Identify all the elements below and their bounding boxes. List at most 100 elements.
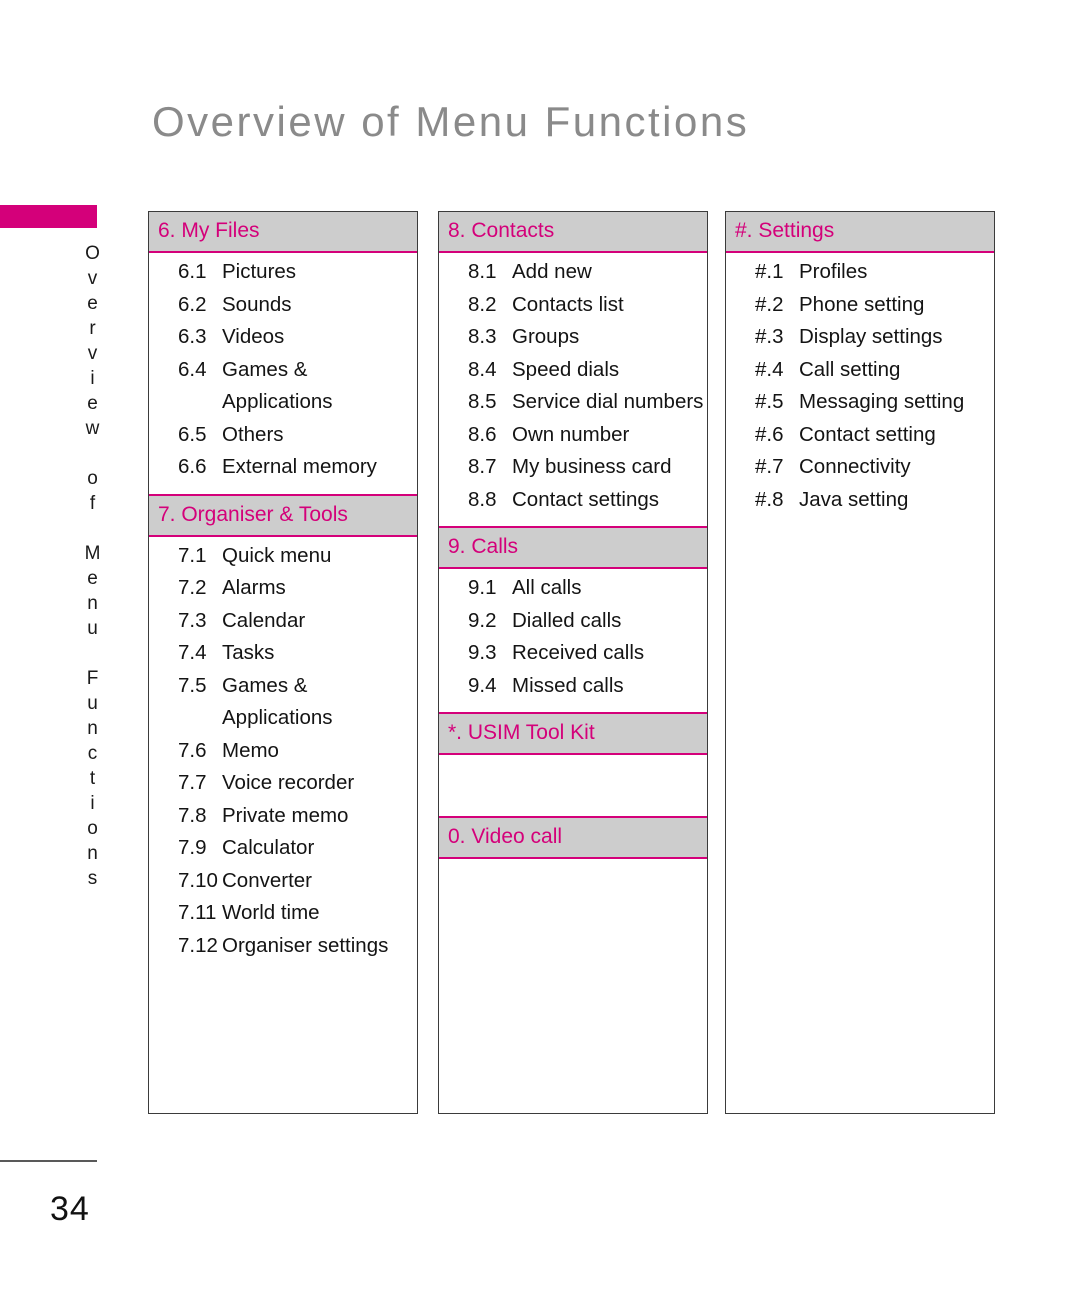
- page-number: 34: [50, 1190, 90, 1228]
- menu-item[interactable]: 8.7 My business card: [439, 455, 707, 479]
- menu-column-2: 8. Contacts 8.1 Add new 8.2 Contacts list 8.3…: [438, 211, 708, 1114]
- menu-item[interactable]: 6.2 Sounds: [149, 294, 417, 316]
- menu-item-label-continuation: Applications: [222, 706, 333, 730]
- menu-item-number: 7.11: [178, 901, 217, 925]
- menu-item-number: 6.1: [178, 260, 207, 284]
- menu-item[interactable]: 7.6 Memo: [149, 740, 417, 762]
- menu-item[interactable]: 6.5 Others: [149, 424, 417, 446]
- menu-item-label-text: Speed dials: [512, 357, 620, 381]
- menu-item-label: Groups: [512, 325, 580, 349]
- menu-item-number: 6.3: [178, 325, 207, 349]
- menu-item[interactable]: 8.5 Service dial numbers: [439, 390, 707, 414]
- section-header[interactable]: 6. My Files: [149, 212, 417, 254]
- menu-section: 6. My Files 6.1 Pictures 6.2 Sounds 6.3 Videos…: [149, 212, 417, 494]
- menu-item[interactable]: 7.2 Alarms: [149, 577, 417, 599]
- menu-item[interactable]: 7.5 Games & Applications: [149, 675, 417, 730]
- menu-item[interactable]: #.4 Call setting: [726, 359, 994, 381]
- menu-item-label: Add new: [512, 261, 592, 283]
- menu-item-number: #.2: [755, 292, 784, 316]
- menu-item[interactable]: 8.2 Contacts list: [439, 294, 707, 316]
- menu-item[interactable]: 9.2 Dialled calls: [439, 608, 707, 632]
- menu-item[interactable]: #.8 Java setting: [726, 489, 994, 511]
- sidebar-accent-tab: [0, 205, 97, 228]
- menu-item-label: Connectivity: [799, 455, 911, 479]
- menu-item-number: 9.3: [468, 641, 497, 665]
- menu-item[interactable]: #.2 Phone setting: [726, 292, 994, 316]
- menu-item[interactable]: 9.1 All calls: [439, 577, 707, 599]
- menu-item-number: 8.5: [468, 390, 497, 414]
- menu-item-number: 8.3: [468, 325, 497, 349]
- menu-item-number: #.6: [755, 422, 784, 446]
- menu-item[interactable]: 8.3 Groups: [439, 325, 707, 349]
- menu-item[interactable]: 7.9 Calculator: [149, 836, 417, 860]
- menu-item-label-text: Calculator: [222, 836, 315, 860]
- menu-item[interactable]: 6.6 External memory: [149, 455, 417, 479]
- section-items: 8.1 Add new 8.2 Contacts list 8.3 Groups 8.4 Sp…: [439, 253, 707, 526]
- menu-item-label-text: Dialled calls: [512, 608, 622, 632]
- menu-item-label: Quick menu: [222, 545, 331, 567]
- menu-item[interactable]: 7.7 Voice recorder: [149, 772, 417, 794]
- menu-item-label-continuation: Applications: [222, 390, 333, 414]
- menu-section: #. Settings #.1 Profiles #.2 Phone setting #.…: [726, 212, 994, 526]
- menu-item[interactable]: 6.4 Games & Applications: [149, 357, 417, 414]
- menu-item-number: 7.1: [178, 543, 207, 567]
- menu-item-number: #.7: [755, 455, 784, 479]
- menu-item[interactable]: 7.10 Converter: [149, 868, 417, 892]
- menu-item-label-text: Videos: [222, 325, 285, 349]
- menu-item[interactable]: 6.1 Pictures: [149, 260, 417, 284]
- menu-item[interactable]: 7.3 Calendar: [149, 608, 417, 632]
- menu-item-number: 7.4: [178, 641, 207, 665]
- menu-item[interactable]: #.3 Display settings: [726, 326, 994, 348]
- menu-item[interactable]: 8.8 Contact settings: [439, 489, 707, 511]
- menu-item-label: Games & Applications: [222, 675, 333, 730]
- menu-item-number: 6.4: [178, 357, 207, 381]
- section-header[interactable]: *. USIM Tool Kit: [439, 712, 707, 756]
- menu-item-number: 6.6: [178, 455, 207, 479]
- section-header[interactable]: 0. Video call: [439, 816, 707, 860]
- menu-item-label-text: Groups: [512, 325, 580, 349]
- menu-item-label: My business card: [512, 455, 672, 479]
- menu-item-label-text: External memory: [222, 455, 377, 479]
- page-title: Overview of Menu Functions: [152, 98, 750, 146]
- menu-item-label: Speed dials: [512, 357, 620, 381]
- menu-item-label-text: Connectivity: [799, 455, 911, 479]
- sidebar-vertical-label: Overview of Menu Functions: [82, 243, 103, 893]
- menu-item[interactable]: #.6 Contact setting: [726, 422, 994, 446]
- section-items: [439, 859, 707, 920]
- menu-item[interactable]: #.7 Connectivity: [726, 455, 994, 479]
- menu-item-number: 7.8: [178, 803, 207, 827]
- menu-item[interactable]: 8.6 Own number: [439, 424, 707, 446]
- menu-item[interactable]: 7.12 Organiser settings: [149, 935, 417, 957]
- menu-item-label: Phone setting: [799, 294, 924, 316]
- menu-item-label-text: My business card: [512, 455, 672, 479]
- menu-item-number: #.1: [755, 260, 784, 284]
- menu-item-number: 9.2: [468, 608, 497, 632]
- menu-item[interactable]: 7.4 Tasks: [149, 641, 417, 665]
- menu-item-label: Converter: [222, 868, 313, 892]
- menu-item[interactable]: 6.3 Videos: [149, 325, 417, 349]
- menu-item-label: Messaging setting: [799, 391, 964, 413]
- menu-item-label: Calculator: [222, 836, 315, 860]
- menu-item[interactable]: 9.3 Received calls: [439, 641, 707, 665]
- section-header[interactable]: 8. Contacts: [439, 212, 707, 254]
- menu-item[interactable]: 8.1 Add new: [439, 261, 707, 283]
- section-header[interactable]: #. Settings: [726, 212, 994, 254]
- section-header[interactable]: 7. Organiser & Tools: [149, 493, 417, 537]
- section-header[interactable]: 9. Calls: [439, 526, 707, 570]
- menu-item-number: 7.10: [178, 868, 218, 892]
- menu-item[interactable]: 9.4 Missed calls: [439, 673, 707, 697]
- menu-item-label: Pictures: [222, 261, 296, 283]
- menu-item[interactable]: 7.11 World time: [149, 901, 417, 925]
- menu-item[interactable]: 7.8 Private memo: [149, 803, 417, 827]
- menu-item[interactable]: #.1 Profiles: [726, 260, 994, 284]
- menu-item[interactable]: #.5 Messaging setting: [726, 391, 994, 413]
- menu-item-number: 7.9: [178, 836, 207, 860]
- menu-item-label-text: Converter: [222, 868, 313, 892]
- menu-item-label-text: Missed calls: [512, 673, 624, 697]
- menu-item[interactable]: 8.4 Speed dials: [439, 357, 707, 381]
- menu-item-label-text: Calendar: [222, 608, 306, 632]
- menu-item[interactable]: 7.1 Quick menu: [149, 543, 417, 567]
- section-empty-body: [439, 764, 707, 812]
- menu-item-label: Games & Applications: [222, 359, 333, 414]
- menu-item-label: Own number: [512, 424, 629, 446]
